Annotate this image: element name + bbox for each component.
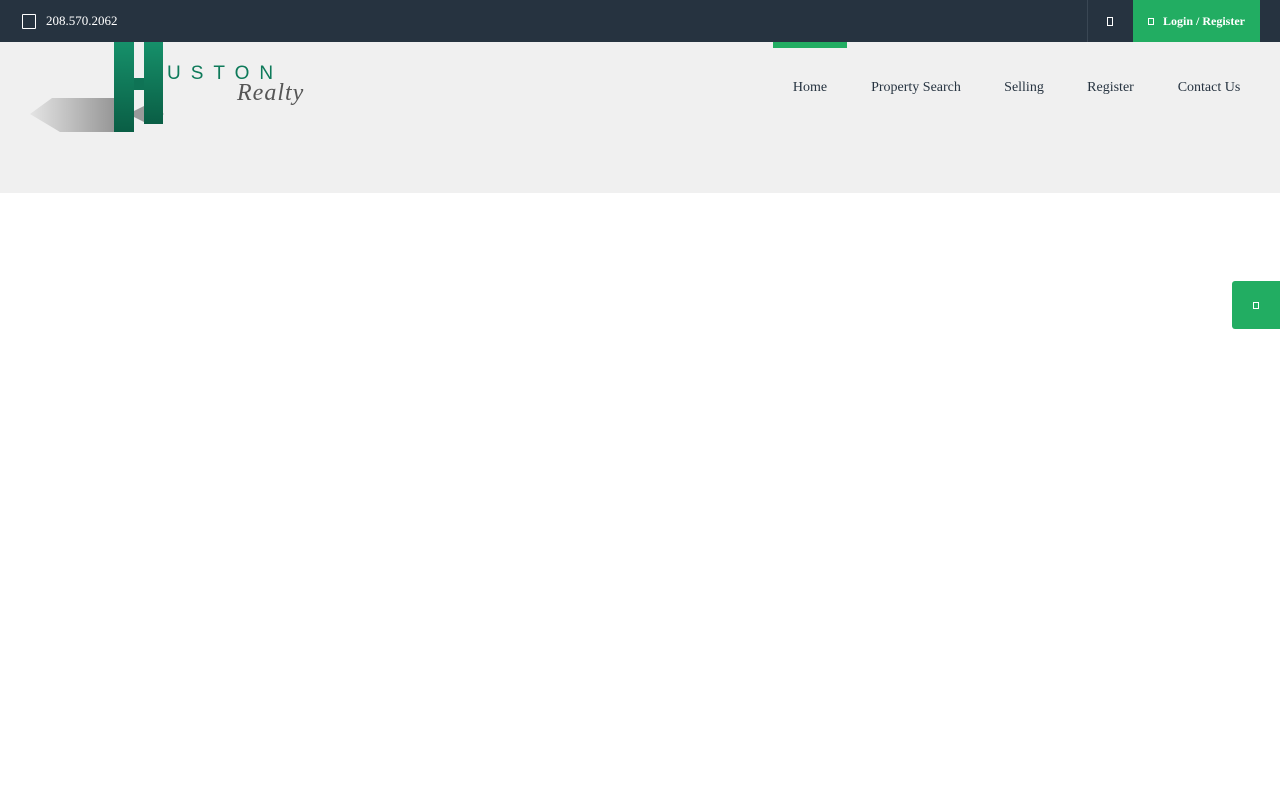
user-icon bbox=[1148, 17, 1154, 25]
search-button[interactable] bbox=[1087, 0, 1132, 42]
phone-icon bbox=[22, 13, 36, 29]
main-nav: Home Property Search Selling Register Co… bbox=[0, 42, 1280, 134]
nav-label: Home bbox=[792, 80, 828, 95]
nav-item-property-search[interactable]: Property Search bbox=[861, 42, 971, 134]
site-header: USTON Realty H Home Property Search Sell… bbox=[0, 42, 1280, 193]
search-icon bbox=[1107, 16, 1113, 26]
nav-label: Register bbox=[1087, 80, 1134, 95]
nav-item-contact-us[interactable]: Contact Us bbox=[1166, 42, 1252, 134]
phone-contact[interactable]: 208.570.2062 bbox=[22, 0, 118, 42]
phone-number[interactable]: 208.570.2062 bbox=[46, 13, 118, 29]
nav-item-register[interactable]: Register bbox=[1077, 42, 1144, 134]
settings-icon bbox=[1253, 301, 1259, 309]
nav-label: Property Search bbox=[871, 80, 961, 95]
nav-label: Contact Us bbox=[1177, 80, 1241, 95]
nav-label: Selling bbox=[1004, 80, 1044, 95]
floating-side-button[interactable] bbox=[1232, 281, 1280, 329]
top-bar: 208.570.2062 Login / Register bbox=[0, 0, 1280, 42]
login-register-button[interactable]: Login / Register bbox=[1133, 0, 1260, 42]
nav-item-selling[interactable]: Selling bbox=[993, 42, 1055, 134]
nav-item-home[interactable]: Home bbox=[773, 42, 847, 134]
login-register-label: Login / Register bbox=[1163, 13, 1245, 28]
